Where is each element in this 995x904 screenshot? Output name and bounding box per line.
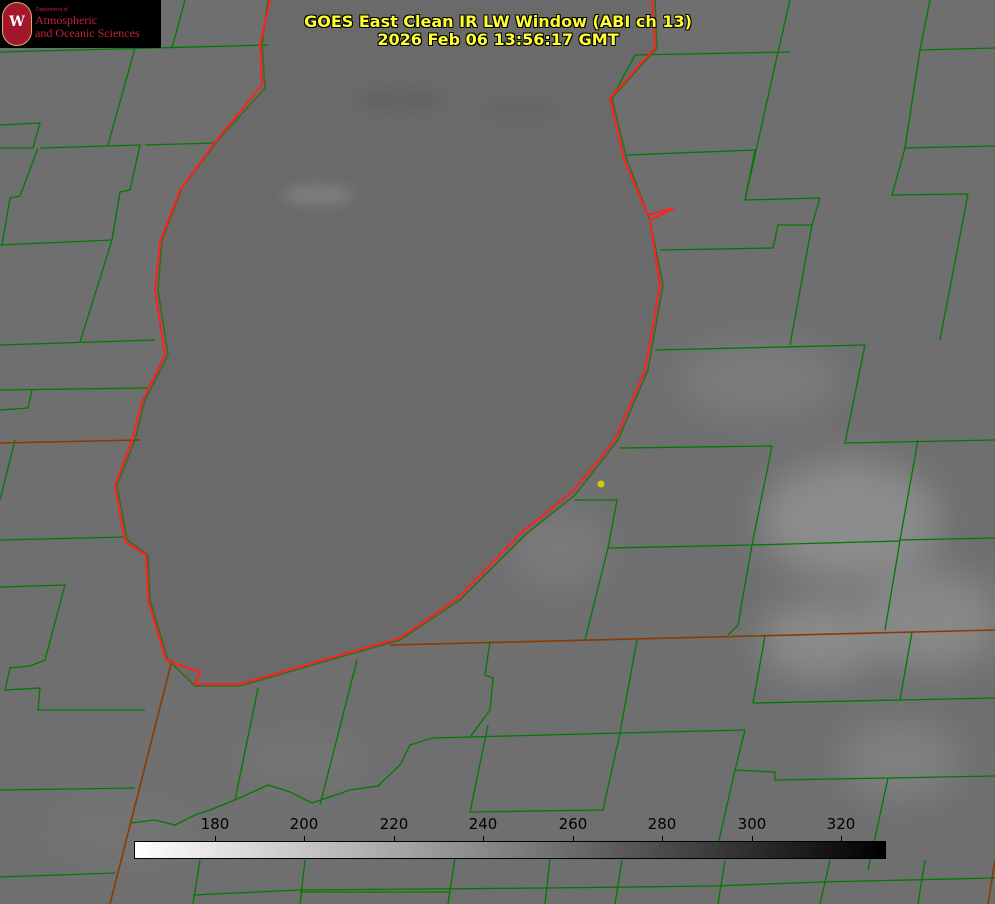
colorbar-tick-label: 220 [379,815,409,833]
uw-seal-icon: W [2,2,32,46]
colorbar-tick-label: 280 [647,815,677,833]
colorbar-tick-label: 200 [289,815,319,833]
logo-line2: and Oceanic Sciences [35,26,140,40]
colorbar-tick-label: 240 [468,815,498,833]
colorbar-tick-label: 320 [826,815,856,833]
colorbar-tick-label: 260 [558,815,588,833]
image-timestamp: 2026 Feb 06 13:56:17 GMT [377,30,619,49]
colorbar-tick-label: 180 [200,815,230,833]
uw-aos-logo: W Department of Atmospheric and Oceanic … [0,0,161,48]
location-marker[interactable] [597,480,605,488]
image-title: GOES East Clean IR LW Window (ABI ch 13) [304,12,692,31]
satellite-map[interactable] [0,0,995,904]
colorbar-tick-label: 300 [737,815,767,833]
seal-letter: W [9,14,25,30]
colorbar [134,841,886,859]
